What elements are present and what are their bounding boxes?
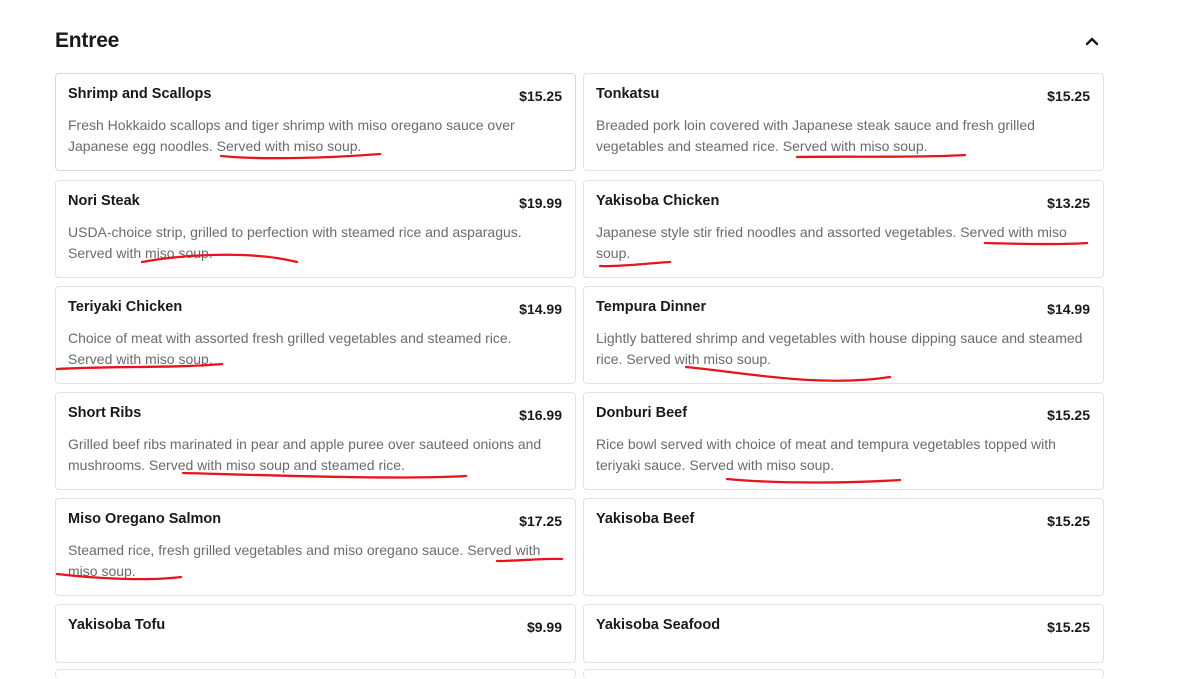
- menu-item-card[interactable]: Teriyaki Chicken $14.99 Choice of meat w…: [55, 286, 576, 384]
- item-name: Yakisoba Seafood: [596, 617, 721, 633]
- item-price: $13.25: [1047, 195, 1090, 211]
- menu-item-card[interactable]: Tonkatsu $15.25 Breaded pork loin covere…: [583, 73, 1104, 171]
- section-title: Entree: [55, 29, 120, 52]
- item-description: Breaded pork loin covered with Japanese …: [596, 117, 1035, 154]
- menu-item-card[interactable]: Tempura Dinner $14.99 Lightly battered s…: [583, 286, 1104, 384]
- menu-item-card[interactable]: Miso Oregano Salmon $17.25 Steamed rice,…: [55, 498, 576, 596]
- menu-item-card[interactable]: Yakisoba Seafood $15.25: [583, 604, 1104, 663]
- item-name: Miso Oregano Salmon: [68, 511, 222, 527]
- item-description: Grilled beef ribs marinated in pear and …: [68, 436, 542, 473]
- item-description: Choice of meat with assorted fresh grill…: [68, 330, 512, 367]
- menu-item-card-partial[interactable]: [55, 669, 576, 679]
- chevron-up-icon: [1085, 37, 1099, 46]
- item-description: Fresh Hokkaido scallops and tiger shrimp…: [68, 117, 515, 154]
- item-price: $14.99: [519, 301, 562, 317]
- item-description: Steamed rice, fresh grilled vegetables a…: [68, 542, 541, 579]
- item-price: $15.25: [1047, 407, 1090, 423]
- item-name: Short Ribs: [68, 405, 142, 421]
- item-description: Japanese style stir fried noodles and as…: [596, 224, 1067, 261]
- item-name: Tempura Dinner: [596, 299, 707, 315]
- item-price: $15.25: [519, 88, 562, 104]
- item-price: $15.25: [1047, 88, 1090, 104]
- menu-item-card[interactable]: Donburi Beef $15.25 Rice bowl served wit…: [583, 392, 1104, 490]
- item-price: $9.99: [526, 619, 562, 635]
- item-name: Teriyaki Chicken: [68, 299, 183, 315]
- menu-item-card[interactable]: Short Ribs $16.99 Grilled beef ribs mari…: [55, 392, 576, 490]
- item-name: Yakisoba Tofu: [68, 617, 166, 633]
- item-name: Tonkatsu: [596, 86, 660, 102]
- menu-item-card[interactable]: Shrimp and Scallops $15.25 Fresh Hokkaid…: [55, 73, 576, 171]
- item-name: Yakisoba Chicken: [596, 193, 720, 209]
- item-description: Lightly battered shrimp and vegetables w…: [596, 330, 1083, 367]
- item-price: $14.99: [1047, 301, 1090, 317]
- menu-item-card[interactable]: Yakisoba Chicken $13.25 Japanese style s…: [583, 180, 1104, 278]
- menu-item-card-partial[interactable]: [583, 669, 1104, 679]
- menu-item-card[interactable]: Nori Steak $19.99 USDA-choice strip, gri…: [55, 180, 576, 278]
- item-name: Yakisoba Beef: [596, 511, 695, 527]
- collapse-button[interactable]: [1081, 30, 1103, 52]
- item-price: $15.25: [1047, 619, 1090, 635]
- item-price: $19.99: [519, 195, 562, 211]
- section-header[interactable]: Entree: [55, 28, 1103, 58]
- menu-item-card[interactable]: Yakisoba Tofu $9.99: [55, 604, 576, 663]
- item-name: Donburi Beef: [596, 405, 688, 421]
- menu-item-card[interactable]: Yakisoba Beef $15.25: [583, 498, 1104, 596]
- item-name: Nori Steak: [68, 193, 140, 209]
- item-price: $16.99: [519, 407, 562, 423]
- item-price: $15.25: [1047, 513, 1090, 529]
- item-description: Rice bowl served with choice of meat and…: [596, 436, 1056, 473]
- item-name: Shrimp and Scallops: [68, 86, 212, 102]
- item-price: $17.25: [519, 513, 562, 529]
- item-description: USDA-choice strip, grilled to perfection…: [68, 224, 522, 261]
